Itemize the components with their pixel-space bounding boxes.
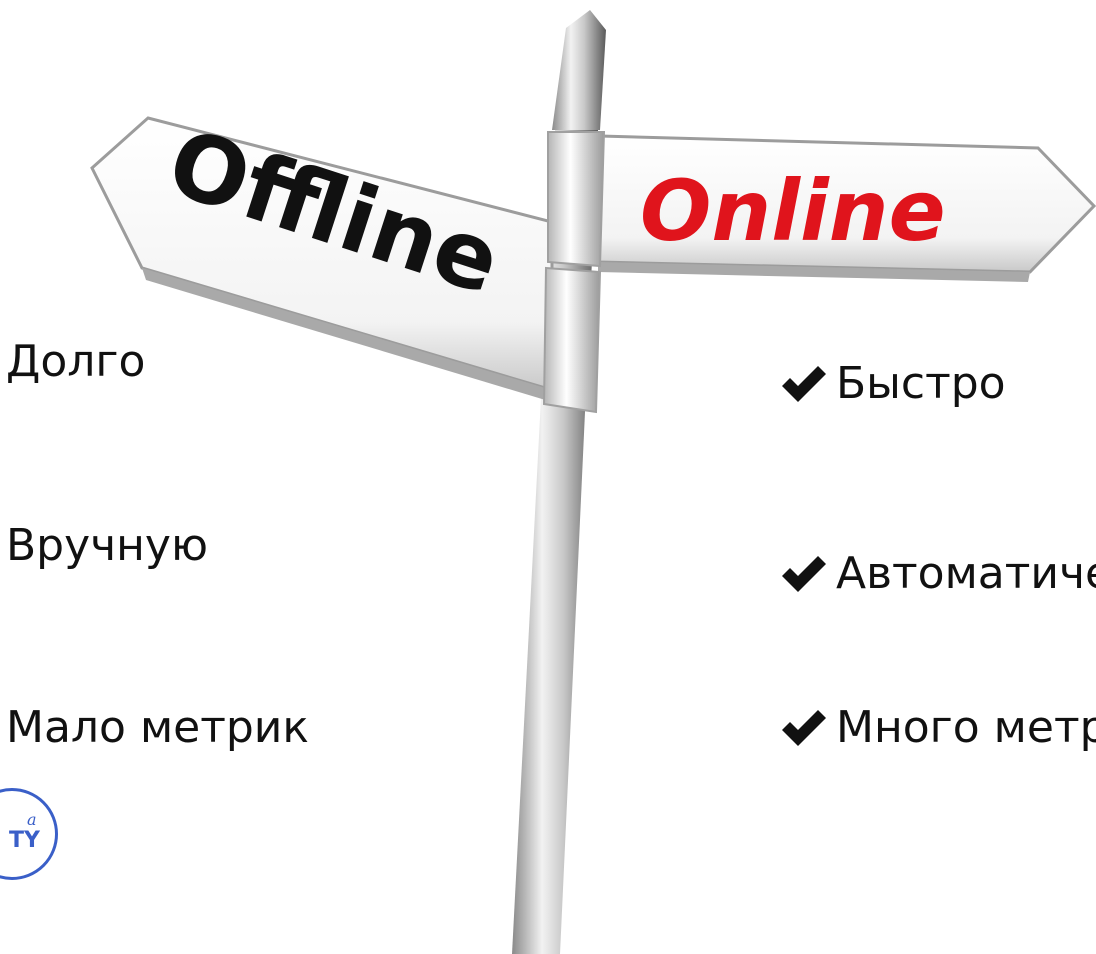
logo: a TY [0,788,58,880]
online-sign-label: Online [640,162,946,260]
online-item-fast: Быстро [780,362,1006,406]
offline-item-slow: Долго [6,336,146,387]
offline-item-few-metrics: Мало метрик [6,702,309,753]
upper-clamp [547,131,606,268]
logo-small-letter: a [27,810,37,829]
logo-letters: TY [9,828,41,853]
checkmark-icon [782,366,826,402]
online-item-many-metrics: Много метрик [780,706,1096,750]
checkmark-icon [782,556,826,592]
signpost-illustration: Offline Online [90,10,1096,954]
online-item-label: Много метрик [836,702,1096,753]
checkmark-icon [782,710,826,746]
logo-mark: a TY [9,810,41,853]
online-item-label: Быстро [836,358,1006,409]
online-item-label: Автоматически [836,548,1096,599]
lower-clamp [542,266,602,414]
online-item-automatic: Автоматически [780,552,1096,596]
offline-item-manual: Вручную [6,520,208,571]
pole [552,10,606,130]
slide: Offline Online Долго Вручную Мало метрик… [0,0,1096,954]
